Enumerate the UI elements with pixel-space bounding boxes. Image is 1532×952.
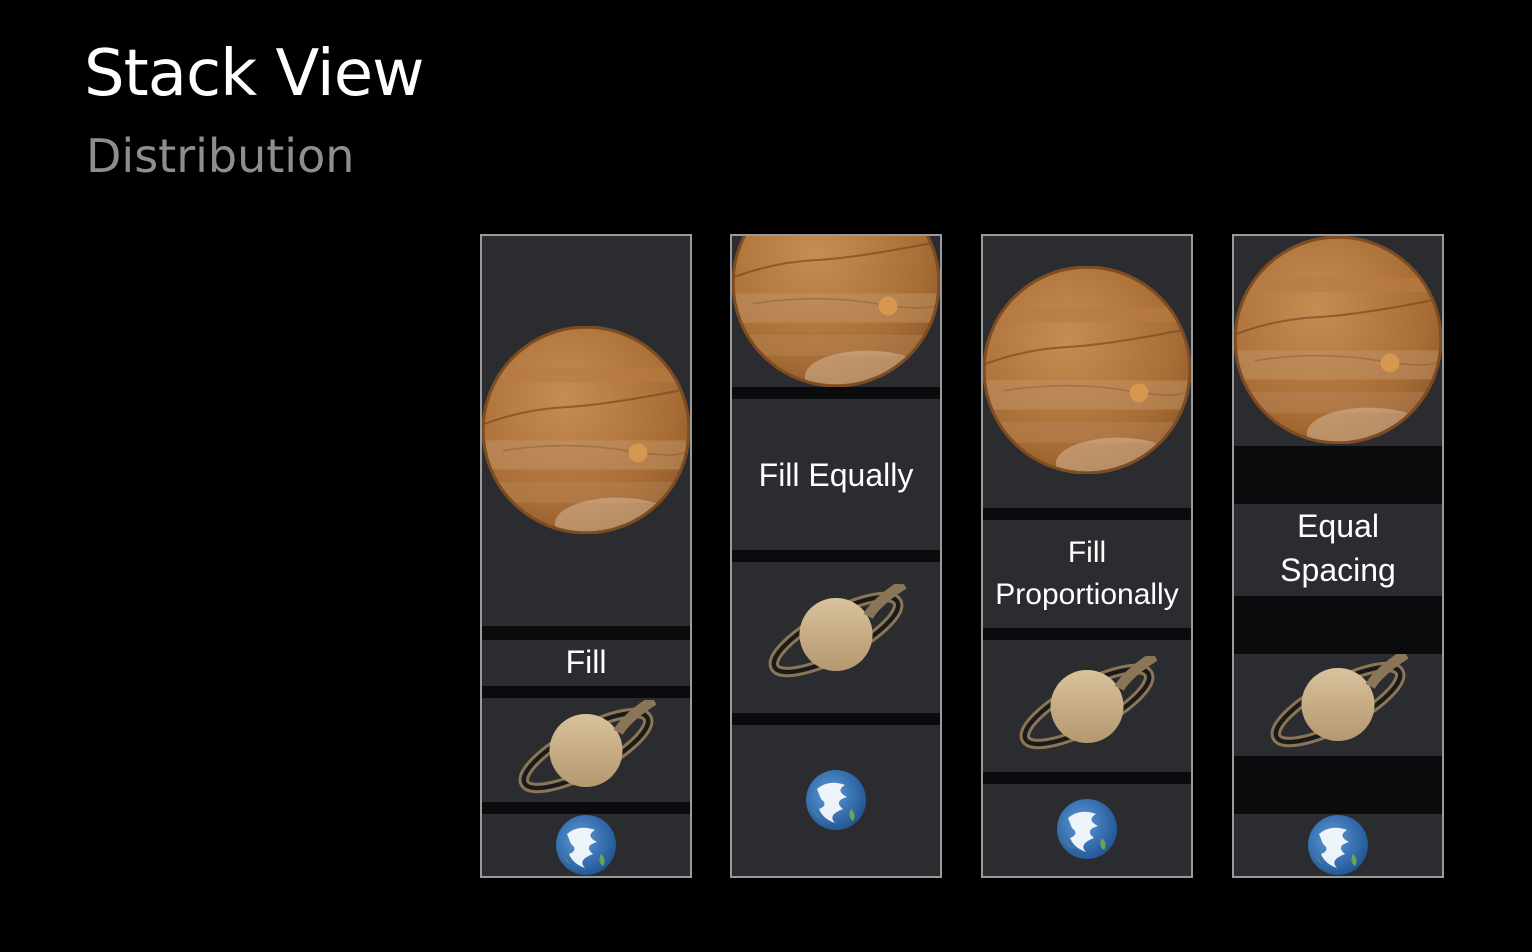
saturn-icon bbox=[1258, 654, 1418, 755]
jupiter-icon bbox=[1234, 236, 1442, 444]
saturn-icon bbox=[506, 700, 666, 801]
slide-subtitle: Distribution bbox=[86, 129, 355, 183]
slide-title: Stack View bbox=[84, 37, 424, 111]
label-segment: Fill bbox=[482, 640, 690, 686]
distribution-label-line-2: Spacing bbox=[1280, 552, 1396, 588]
panel-fill-equally: Fill Equally bbox=[730, 234, 942, 878]
earth-segment bbox=[732, 725, 940, 876]
saturn-icon bbox=[1007, 656, 1167, 757]
distribution-label-line-2: Proportionally bbox=[995, 578, 1179, 611]
earth-segment bbox=[983, 784, 1191, 876]
jupiter-icon bbox=[983, 266, 1191, 474]
saturn-icon bbox=[756, 584, 916, 685]
saturn-segment bbox=[1234, 654, 1442, 756]
earth-icon bbox=[1057, 799, 1117, 859]
jupiter-segment bbox=[1234, 236, 1442, 446]
earth-segment bbox=[482, 814, 690, 876]
panel-equal-spacing: Equal Spacing bbox=[1232, 234, 1444, 878]
saturn-segment bbox=[983, 640, 1191, 772]
jupiter-segment bbox=[482, 236, 690, 626]
panel-fill-proportionally: Fill Proportionally bbox=[981, 234, 1193, 878]
jupiter-segment bbox=[983, 236, 1191, 508]
panel-fill: Fill bbox=[480, 234, 692, 878]
label-segment: Fill Equally bbox=[732, 399, 940, 550]
jupiter-segment bbox=[732, 236, 940, 387]
jupiter-icon bbox=[732, 236, 940, 387]
distribution-label: Fill bbox=[565, 644, 607, 680]
earth-icon bbox=[1308, 815, 1368, 875]
distribution-label-line-1: Fill bbox=[1067, 536, 1107, 569]
label-segment: Equal Spacing bbox=[1234, 504, 1442, 596]
earth-icon bbox=[806, 770, 866, 830]
label-segment: Fill Proportionally bbox=[983, 520, 1191, 628]
earth-segment bbox=[1234, 814, 1442, 876]
distribution-label: Fill Equally bbox=[758, 457, 914, 493]
saturn-segment bbox=[482, 698, 690, 802]
jupiter-icon bbox=[482, 326, 690, 534]
saturn-segment bbox=[732, 562, 940, 713]
distribution-label-line-1: Equal bbox=[1297, 508, 1379, 544]
earth-icon bbox=[556, 815, 616, 875]
